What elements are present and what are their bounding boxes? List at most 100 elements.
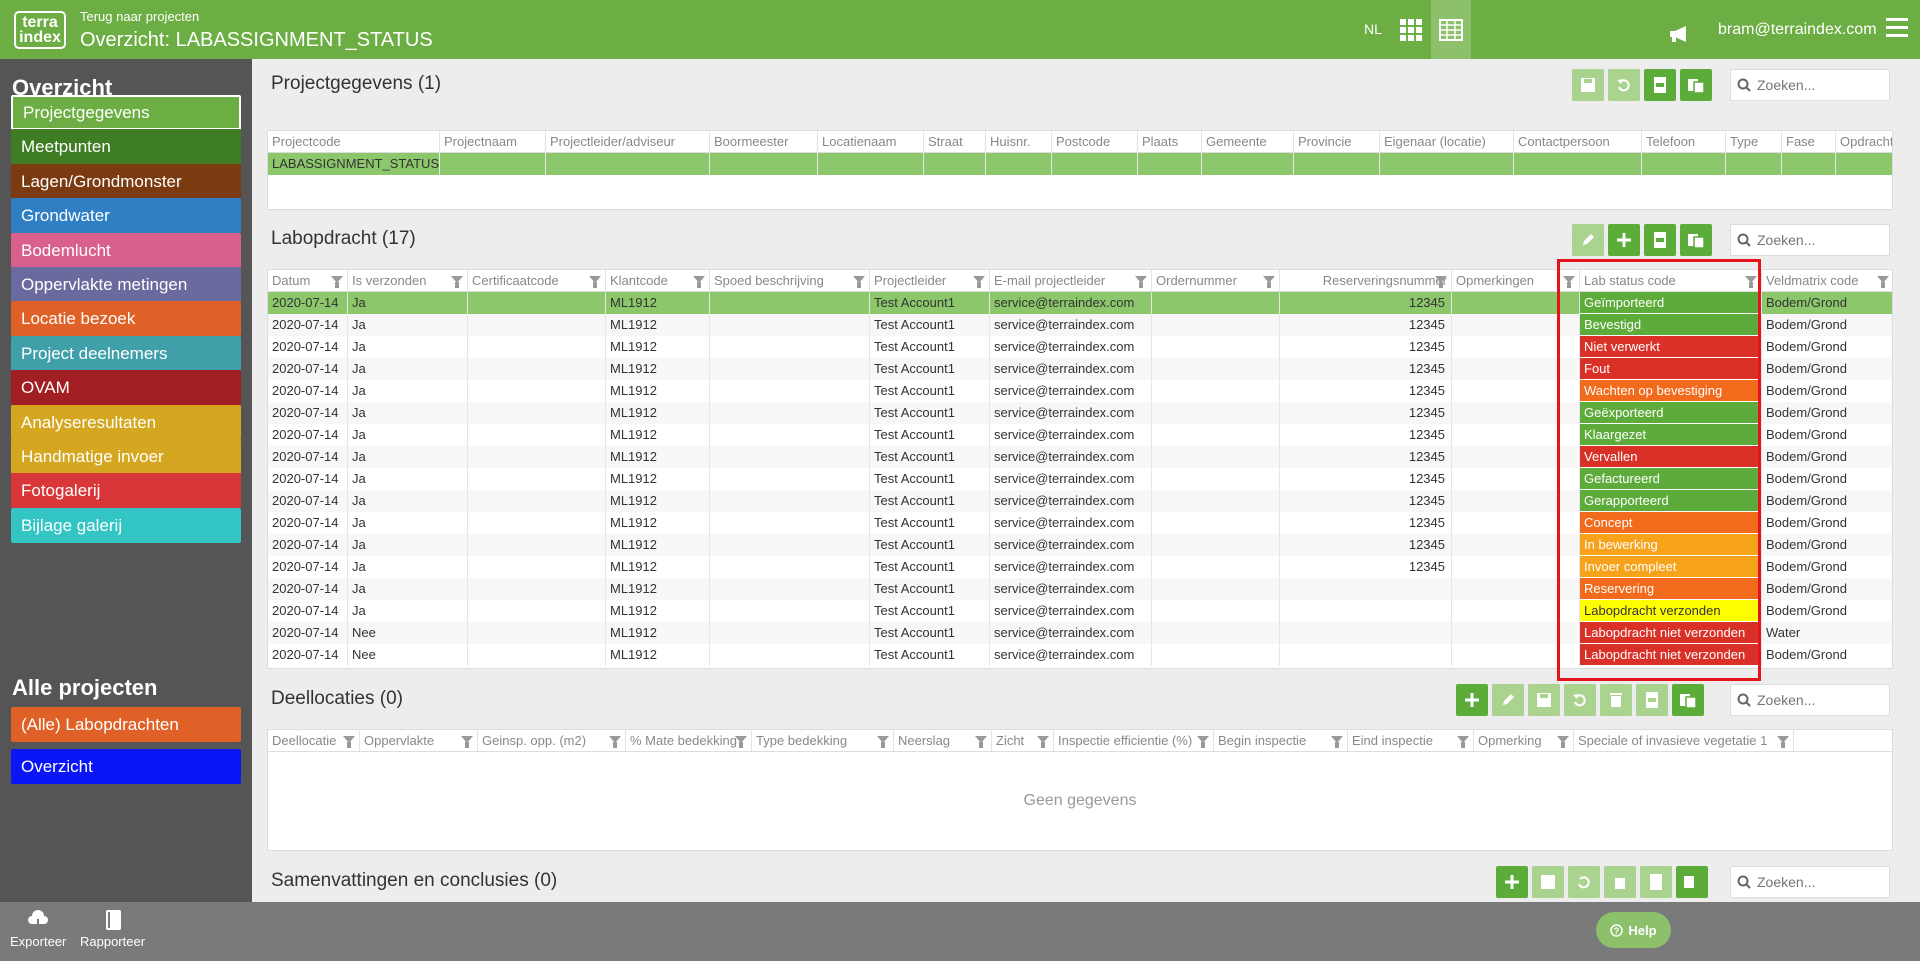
column-header-straat[interactable]: Straat bbox=[924, 131, 986, 152]
filter-icon[interactable] bbox=[331, 276, 343, 288]
table-row[interactable]: 2020-07-14 Nee ML1912 Test Account1 service@… bbox=[268, 644, 1892, 666]
sidebar-item-handmatige-invoer[interactable]: Handmatige invoer bbox=[11, 439, 241, 474]
sidebar-item-alle-labopdrachten[interactable]: (Alle) Labopdrachten bbox=[11, 707, 241, 742]
filter-icon[interactable] bbox=[735, 736, 747, 748]
column-header-opmerking[interactable]: Opmerking bbox=[1474, 730, 1574, 751]
filter-icon[interactable] bbox=[1457, 736, 1469, 748]
sidebar-item-project-deelnemers[interactable]: Project deelnemers bbox=[11, 335, 241, 371]
filter-icon[interactable] bbox=[1557, 736, 1569, 748]
table-view-icon[interactable] bbox=[1431, 0, 1471, 59]
sidebar-item-locatie-bezoek[interactable]: Locatie bezoek bbox=[11, 301, 241, 337]
copy-button[interactable] bbox=[1680, 69, 1712, 101]
language-selector[interactable]: NL bbox=[1364, 21, 1382, 37]
table-row[interactable]: 2020-07-14 Ja ML1912 Test Account1 service@t… bbox=[268, 446, 1892, 468]
table-row[interactable]: 2020-07-14 Ja ML1912 Test Account1 service@t… bbox=[268, 314, 1892, 336]
column-header-fase[interactable]: Fase bbox=[1782, 131, 1836, 152]
undo-button[interactable] bbox=[1564, 684, 1596, 716]
undo-button[interactable] bbox=[1568, 866, 1600, 898]
sidebar-item-fotogalerij[interactable]: Fotogalerij bbox=[11, 473, 241, 509]
column-header-e-mail-projectleider[interactable]: E-mail projectleider bbox=[990, 270, 1152, 291]
column-header-oppervlakte[interactable]: Oppervlakte bbox=[360, 730, 478, 751]
save-button[interactable] bbox=[1572, 69, 1604, 101]
labo-search[interactable] bbox=[1730, 224, 1890, 256]
table-row[interactable]: LABASSIGNMENT_STATUS bbox=[268, 153, 1892, 175]
column-header-projectleider-adviseur[interactable]: Projectleider/adviseur bbox=[546, 131, 710, 152]
table-row[interactable]: 2020-07-14 Ja ML1912 Test Account1 service@t… bbox=[268, 402, 1892, 424]
filter-icon[interactable] bbox=[975, 736, 987, 748]
table-row[interactable]: 2020-07-14 Ja ML1912 Test Account1 service@t… bbox=[268, 578, 1892, 600]
sidebar-item-overzicht[interactable]: Overzicht bbox=[11, 749, 241, 784]
column-header-zicht[interactable]: Zicht bbox=[992, 730, 1054, 751]
report-button[interactable]: Rapporteer bbox=[80, 910, 145, 949]
filter-icon[interactable] bbox=[1877, 276, 1889, 288]
column-header-plaats[interactable]: Plaats bbox=[1138, 131, 1202, 152]
filter-icon[interactable] bbox=[589, 276, 601, 288]
save-button[interactable] bbox=[1532, 866, 1564, 898]
add-button[interactable] bbox=[1496, 866, 1528, 898]
table-row[interactable]: 2020-07-14 Ja ML1912 Test Account1 service@t… bbox=[268, 490, 1892, 512]
table-row[interactable]: 2020-07-14 Ja ML1912 Test Account1 service@t… bbox=[268, 424, 1892, 446]
table-row[interactable]: 2020-07-14 Ja ML1912 Test Account1 service@t… bbox=[268, 600, 1892, 622]
column-header-is-verzonden[interactable]: Is verzonden bbox=[348, 270, 468, 291]
tile-view-icon[interactable] bbox=[1391, 0, 1431, 59]
column-header-type-bedekking[interactable]: Type bedekking bbox=[752, 730, 894, 751]
deel-search-input[interactable] bbox=[1757, 692, 1877, 708]
column-header-veldmatrix-code[interactable]: Veldmatrix code bbox=[1762, 270, 1892, 291]
export-csv-button[interactable] bbox=[1636, 684, 1668, 716]
save-button[interactable] bbox=[1528, 684, 1560, 716]
sidebar-item-projectgegevens[interactable]: Projectgegevens bbox=[11, 95, 241, 130]
column-header-type[interactable]: Type bbox=[1726, 131, 1782, 152]
export-csv-button[interactable] bbox=[1644, 224, 1676, 256]
table-row[interactable]: 2020-07-14 Ja ML1912 Test Account1 service@t… bbox=[268, 380, 1892, 402]
column-header-speciale-of-invasieve-vegetatie-1[interactable]: Speciale of invasieve vegetatie 1 bbox=[1574, 730, 1794, 751]
column-header-neerslag[interactable]: Neerslag bbox=[894, 730, 992, 751]
column-header-opdracht[interactable]: Opdracht bbox=[1836, 131, 1892, 152]
column-header-opmerkingen[interactable]: Opmerkingen bbox=[1452, 270, 1580, 291]
table-row[interactable]: 2020-07-14 Ja ML1912 Test Account1 service@t… bbox=[268, 512, 1892, 534]
filter-icon[interactable] bbox=[853, 276, 865, 288]
filter-icon[interactable] bbox=[973, 276, 985, 288]
column-header-mate-bedekking[interactable]: % Mate bedekking bbox=[626, 730, 752, 751]
filter-icon[interactable] bbox=[451, 276, 463, 288]
help-button[interactable]: ? Help bbox=[1596, 912, 1671, 948]
sidebar-item-analyseresultaten[interactable]: Analyseresultaten bbox=[11, 404, 241, 440]
column-header-postcode[interactable]: Postcode bbox=[1052, 131, 1138, 152]
column-header-locatienaam[interactable]: Locatienaam bbox=[818, 131, 924, 152]
filter-icon[interactable] bbox=[1037, 736, 1049, 748]
filter-icon[interactable] bbox=[461, 736, 473, 748]
megaphone-icon[interactable] bbox=[1668, 26, 1690, 47]
filter-icon[interactable] bbox=[1263, 276, 1275, 288]
column-header-telefoon[interactable]: Telefoon bbox=[1642, 131, 1726, 152]
column-header-deellocatie[interactable]: Deellocatie bbox=[268, 730, 360, 751]
column-header-geinsp-opp-m2[interactable]: Geinsp. opp. (m2) bbox=[478, 730, 626, 751]
samen-search-input[interactable] bbox=[1757, 874, 1877, 890]
column-header-boormeester[interactable]: Boormeester bbox=[710, 131, 818, 152]
filter-icon[interactable] bbox=[1197, 736, 1209, 748]
column-header-spoed-beschrijving[interactable]: Spoed beschrijving bbox=[710, 270, 870, 291]
filter-icon[interactable] bbox=[1435, 276, 1447, 288]
back-to-projects-link[interactable]: Terug naar projecten bbox=[80, 9, 199, 24]
labo-search-input[interactable] bbox=[1757, 232, 1877, 248]
copy-button[interactable] bbox=[1680, 224, 1712, 256]
filter-icon[interactable] bbox=[1135, 276, 1147, 288]
column-header-reserveringsnummer[interactable]: Reserveringsnummer bbox=[1280, 270, 1452, 291]
copy-button[interactable] bbox=[1676, 866, 1708, 898]
column-header-begin-inspectie[interactable]: Begin inspectie bbox=[1214, 730, 1348, 751]
column-header-gemeente[interactable]: Gemeente bbox=[1202, 131, 1294, 152]
add-button[interactable] bbox=[1608, 224, 1640, 256]
user-email[interactable]: bram@terraindex.com bbox=[1718, 21, 1877, 39]
project-search[interactable] bbox=[1730, 69, 1890, 101]
sidebar-item-meetpunten[interactable]: Meetpunten bbox=[11, 129, 241, 165]
undo-button[interactable] bbox=[1608, 69, 1640, 101]
column-header-ordernummer[interactable]: Ordernummer bbox=[1152, 270, 1280, 291]
column-header-provincie[interactable]: Provincie bbox=[1294, 131, 1380, 152]
column-header-eind-inspectie[interactable]: Eind inspectie bbox=[1348, 730, 1474, 751]
column-header-lab-status-code[interactable]: Lab status code bbox=[1580, 270, 1762, 291]
sidebar-item-ovam[interactable]: OVAM bbox=[11, 370, 241, 406]
filter-icon[interactable] bbox=[877, 736, 889, 748]
column-header-projectnaam[interactable]: Projectnaam bbox=[440, 131, 546, 152]
export-csv-button[interactable] bbox=[1644, 69, 1676, 101]
column-header-contactpersoon[interactable]: Contactpersoon bbox=[1514, 131, 1642, 152]
table-row[interactable]: 2020-07-14 Ja ML1912 Test Account1 service@t… bbox=[268, 292, 1892, 314]
filter-icon[interactable] bbox=[609, 736, 621, 748]
